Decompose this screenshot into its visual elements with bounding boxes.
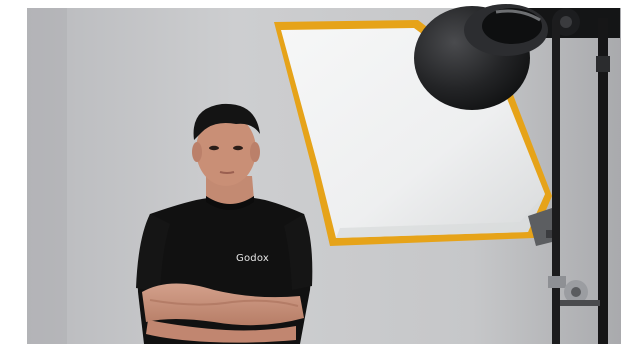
studio-portrait-photo [0, 0, 628, 344]
wall-left-shade [27, 8, 67, 344]
shirt-logo-text: Godox [236, 253, 269, 264]
